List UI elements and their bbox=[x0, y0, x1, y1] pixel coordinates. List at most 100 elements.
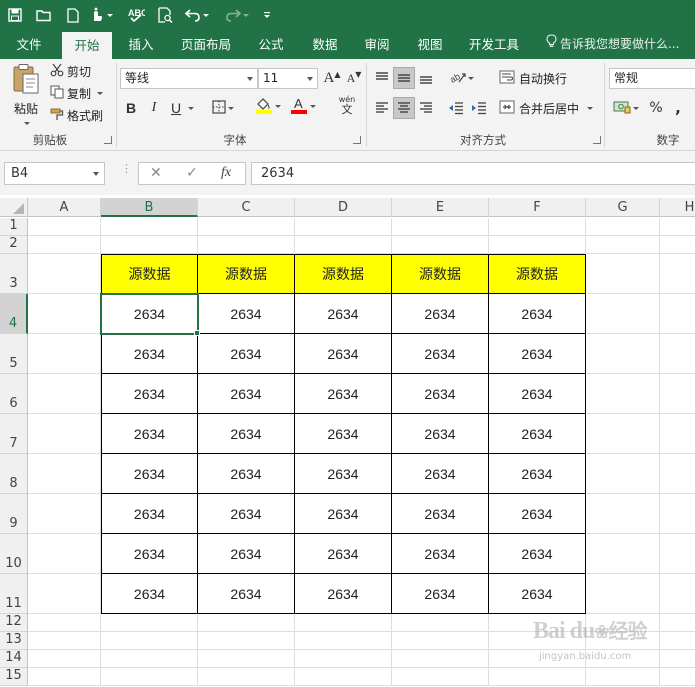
font-size-combo[interactable]: 11 bbox=[258, 68, 318, 89]
tab-page-layout[interactable]: 页面布局 bbox=[172, 30, 240, 59]
accounting-format-button[interactable] bbox=[609, 97, 643, 119]
table-cell-f10[interactable]: 2634 bbox=[489, 534, 586, 574]
tab-review[interactable]: 审阅 bbox=[356, 30, 398, 59]
print-preview-icon[interactable] bbox=[154, 4, 176, 26]
save-icon[interactable] bbox=[4, 4, 26, 26]
row-header-6[interactable]: 6 bbox=[0, 374, 28, 414]
table-cell-d11[interactable]: 2634 bbox=[295, 574, 392, 614]
tab-file[interactable]: 文件 bbox=[6, 30, 52, 59]
percent-style-button[interactable]: % bbox=[645, 97, 667, 119]
column-header-b[interactable]: B bbox=[101, 198, 198, 217]
name-box[interactable]: B4 bbox=[4, 162, 105, 185]
wrap-text-button[interactable]: 自动换行 bbox=[499, 69, 567, 87]
column-header-g[interactable]: G bbox=[586, 198, 660, 217]
table-cell-c7[interactable]: 2634 bbox=[198, 414, 295, 454]
table-cell-c8[interactable]: 2634 bbox=[198, 454, 295, 494]
align-center-icon[interactable] bbox=[393, 97, 415, 119]
touch-mode-icon[interactable] bbox=[88, 4, 114, 26]
table-cell-f7[interactable]: 2634 bbox=[489, 414, 586, 454]
table-cell-d9[interactable]: 2634 bbox=[295, 494, 392, 534]
table-cell-c10[interactable]: 2634 bbox=[198, 534, 295, 574]
middle-align-icon[interactable] bbox=[393, 67, 415, 89]
align-right-icon[interactable] bbox=[415, 97, 437, 119]
alignment-dialog-launcher[interactable] bbox=[593, 136, 601, 144]
row-header-3[interactable]: 3 bbox=[0, 254, 28, 294]
row-header-14[interactable]: 14 bbox=[0, 650, 28, 668]
column-header-c[interactable]: C bbox=[198, 198, 295, 217]
table-cell-c6[interactable]: 2634 bbox=[198, 374, 295, 414]
increase-indent-icon[interactable] bbox=[468, 97, 490, 119]
row-header-13[interactable]: 13 bbox=[0, 632, 28, 650]
table-cell-f11[interactable]: 2634 bbox=[489, 574, 586, 614]
table-cell-c9[interactable]: 2634 bbox=[198, 494, 295, 534]
paste-button[interactable]: 粘贴 bbox=[8, 63, 44, 129]
font-name-combo[interactable]: 等线 bbox=[120, 68, 258, 89]
row-header-9[interactable]: 9 bbox=[0, 494, 28, 534]
column-header-e[interactable]: E bbox=[392, 198, 489, 217]
table-cell-d5[interactable]: 2634 bbox=[295, 334, 392, 374]
column-header-f[interactable]: F bbox=[489, 198, 586, 217]
table-cell-e11[interactable]: 2634 bbox=[392, 574, 489, 614]
row-header-15[interactable]: 15 bbox=[0, 668, 28, 686]
phonetic-guide-button[interactable]: wén 文 bbox=[330, 95, 364, 117]
align-left-icon[interactable] bbox=[371, 97, 393, 119]
font-dialog-launcher[interactable] bbox=[353, 136, 361, 144]
bottom-align-icon[interactable] bbox=[415, 67, 437, 89]
tab-view[interactable]: 视图 bbox=[408, 30, 452, 59]
table-cell-c5[interactable]: 2634 bbox=[198, 334, 295, 374]
table-cell-d6[interactable]: 2634 bbox=[295, 374, 392, 414]
row-header-8[interactable]: 8 bbox=[0, 454, 28, 494]
table-cell-e9[interactable]: 2634 bbox=[392, 494, 489, 534]
table-cell-b8[interactable]: 2634 bbox=[101, 454, 198, 494]
table-cell-e5[interactable]: 2634 bbox=[392, 334, 489, 374]
table-header-cell[interactable]: 源数据 bbox=[489, 254, 586, 294]
column-header-a[interactable]: A bbox=[28, 198, 101, 217]
tab-developer[interactable]: 开发工具 bbox=[462, 30, 526, 59]
italic-button[interactable]: I bbox=[143, 97, 165, 119]
row-header-12[interactable]: 12 bbox=[0, 614, 28, 632]
worksheet-grid[interactable]: ABCDEFGH 1 2 3 4 5 6 7 8 9 10 11 12 13 14 15 源数据 源数据 源数据… bbox=[0, 195, 695, 687]
table-cell-e4[interactable]: 2634 bbox=[392, 294, 489, 334]
table-cell-b9[interactable]: 2634 bbox=[101, 494, 198, 534]
open-folder-icon[interactable] bbox=[33, 4, 55, 26]
clipboard-dialog-launcher[interactable] bbox=[104, 136, 112, 144]
formula-input[interactable]: 2634 bbox=[251, 162, 695, 185]
column-header-d[interactable]: D bbox=[295, 198, 392, 217]
undo-icon[interactable] bbox=[182, 4, 212, 26]
column-header-h[interactable]: H bbox=[660, 198, 695, 217]
table-cell-b11[interactable]: 2634 bbox=[101, 574, 198, 614]
merge-center-button[interactable]: 合并后居中 bbox=[499, 99, 594, 117]
table-cell-b5[interactable]: 2634 bbox=[101, 334, 198, 374]
number-format-combo[interactable]: 常规 bbox=[609, 68, 695, 89]
row-header-5[interactable]: 5 bbox=[0, 334, 28, 374]
comma-style-button[interactable]: , bbox=[667, 97, 689, 119]
format-painter-button[interactable]: 格式刷 bbox=[50, 106, 103, 125]
new-file-icon[interactable] bbox=[62, 4, 84, 26]
decrease-font-size-icon[interactable]: A ▼ bbox=[343, 67, 365, 89]
font-color-button[interactable]: A bbox=[286, 95, 320, 117]
underline-button[interactable]: U bbox=[165, 97, 187, 119]
spelling-check-icon[interactable]: ABC bbox=[125, 4, 147, 26]
tab-formulas[interactable]: 公式 bbox=[250, 30, 292, 59]
underline-dropdown[interactable] bbox=[185, 97, 195, 119]
copy-button[interactable]: 复制 bbox=[50, 84, 104, 103]
row-header-10[interactable]: 10 bbox=[0, 534, 28, 574]
tab-insert[interactable]: 插入 bbox=[117, 30, 165, 59]
borders-button[interactable] bbox=[206, 97, 240, 119]
decrease-indent-icon[interactable] bbox=[445, 97, 467, 119]
tab-data[interactable]: 数据 bbox=[304, 30, 346, 59]
table-cell-f6[interactable]: 2634 bbox=[489, 374, 586, 414]
fill-handle[interactable] bbox=[194, 330, 200, 336]
row-header-7[interactable]: 7 bbox=[0, 414, 28, 454]
confirm-entry-icon[interactable]: ✓ bbox=[186, 165, 198, 181]
table-cell-c11[interactable]: 2634 bbox=[198, 574, 295, 614]
table-cell-f8[interactable]: 2634 bbox=[489, 454, 586, 494]
cut-button[interactable]: 剪切 bbox=[50, 62, 91, 81]
row-header-2[interactable]: 2 bbox=[0, 236, 28, 254]
table-cell-f4[interactable]: 2634 bbox=[489, 294, 586, 334]
table-header-cell[interactable]: 源数据 bbox=[295, 254, 392, 294]
customize-toolbar-icon[interactable] bbox=[260, 4, 274, 26]
insert-function-icon[interactable]: fx bbox=[221, 165, 231, 181]
table-cell-d4[interactable]: 2634 bbox=[295, 294, 392, 334]
orientation-button[interactable]: ab bbox=[445, 67, 479, 89]
